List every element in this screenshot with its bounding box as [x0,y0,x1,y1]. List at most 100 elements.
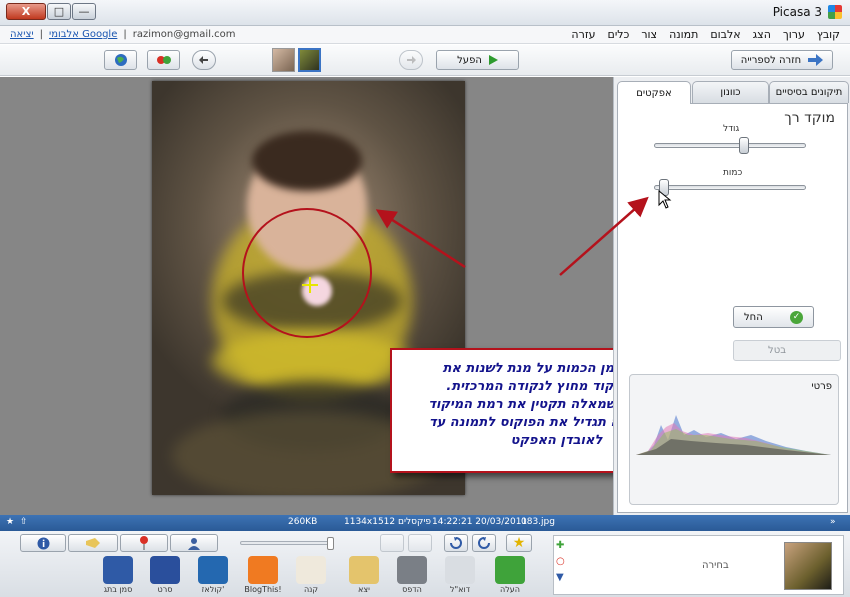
menu-edit[interactable]: ערוך [783,28,805,41]
tab-tuning[interactable]: כוונון [692,81,769,103]
globe-icon [114,54,127,66]
map-pin-icon [140,536,148,550]
action-export-folder-button[interactable]: יצא [344,556,384,594]
amount-slider[interactable] [654,179,806,196]
globe-button[interactable] [104,50,137,70]
arrow-right-icon [407,56,416,64]
action-upload-button[interactable]: העלה [490,556,530,594]
action-shop-button[interactable]: קנה [291,556,331,594]
menu-create[interactable]: צור [641,28,657,41]
info-icon [37,537,49,549]
picasa-logo-icon [828,5,842,19]
tab-effects[interactable]: אפקטים [617,81,691,104]
amount-label: כמות [723,168,743,178]
play-label: הפעל [457,54,482,66]
tray-controls: ✚ ○ ▼ [556,540,576,592]
menu-help[interactable]: עזרה [571,28,595,41]
action-email-button[interactable]: דוא"ל [440,556,480,594]
action-label: קנה [303,585,319,594]
tags-button[interactable] [68,534,118,552]
places-button[interactable] [120,534,168,552]
hold-icon[interactable]: ✚ [556,540,576,556]
apply-button[interactable]: החל ✓ [733,306,814,328]
action-movie-button[interactable]: סרט [145,556,185,594]
effect-title: מוקד רך [784,110,835,126]
rotate-disabled-button[interactable] [408,534,432,552]
status-bar: ★ ⇧ 260KB 1134x1512 פיקסלים 14:22:21 20/… [0,515,850,531]
filmstrip-thumbnail-selected[interactable] [298,48,321,72]
maximize-button[interactable]: □ [47,3,71,20]
size-label: גודל [723,124,740,134]
size-slider-handle[interactable] [739,137,749,154]
zoom-slider[interactable] [240,537,334,550]
action-print-button[interactable]: הדפס [392,556,432,594]
people-button[interactable] [170,534,218,552]
minimize-button[interactable]: — [72,3,96,20]
selection-label: בחירה [702,560,729,571]
properties-button[interactable] [20,534,66,552]
window-controls: X □ — [6,3,96,20]
person-icon [188,537,200,550]
back-to-library-button[interactable]: חזרה לספרייה [731,50,833,70]
focus-crosshair-icon[interactable] [302,277,318,293]
export-folder-icon [349,556,379,584]
action-label: סרט [157,585,173,594]
tray-thumbnail[interactable] [784,542,832,590]
selection-tray: ✚ ○ ▼ בחירה [553,535,844,595]
close-button[interactable]: X [6,3,46,20]
previous-button[interactable] [192,50,216,70]
menu-tools[interactable]: כלים [608,28,630,41]
faces-button[interactable] [147,50,180,70]
play-slideshow-button[interactable]: הפעל [436,50,519,70]
action-label: דוא"ל [449,585,471,594]
file-name: 083.jpg [521,517,555,527]
menu-file[interactable]: קובץ [817,28,840,41]
menu-album[interactable]: אלבום [710,28,740,41]
clear-icon[interactable]: ○ [556,556,576,572]
signout-link[interactable]: יציאה [10,29,34,40]
window-title: Picasa 3 [772,5,822,19]
size-slider[interactable] [654,137,806,154]
account-area: יציאה | אלבומי Google | razimon@gmail.co… [10,29,236,40]
menu-bar: יציאה | אלבומי Google | razimon@gmail.co… [0,26,850,44]
movie-icon [150,556,180,584]
zoom-slider-handle[interactable] [327,537,334,550]
action-label: קולאז' [201,585,225,594]
action-blogger-button[interactable]: BlogThis! [243,556,283,594]
blogger-icon [248,556,278,584]
account-email: razimon@gmail.com [132,29,236,40]
shop-icon [296,556,326,584]
next-button[interactable] [399,50,423,70]
star-icon: ★ [512,535,526,551]
menu-picture[interactable]: תמונה [669,28,698,41]
photo-view: נזיז את סמן הכמות על מנת לשנות את רמת המ… [0,77,723,515]
rotate-counterclockwise-button[interactable] [472,534,496,552]
action-label: BlogThis! [244,585,282,594]
separator: | [39,29,43,40]
menu-view[interactable]: הצג [753,28,771,41]
action-geotag-button[interactable]: סמן בתג [98,556,138,594]
rotate-left-disabled-button[interactable] [380,534,404,552]
action-collage-button[interactable]: קולאז' [193,556,233,594]
image-dimensions: 1134x1512 פיקסלים [344,517,431,527]
star-button[interactable]: ★ [506,534,532,552]
action-label: העלה [499,585,520,594]
cancel-button[interactable]: בטל [733,340,841,361]
arrow-left-icon [199,56,208,64]
filmstrip-thumbnail[interactable] [272,48,295,72]
tab-basic-fixes[interactable]: תיקונים בסיסיים [769,81,849,103]
checkmark-icon: ✓ [790,310,803,324]
tag-icon [86,538,100,548]
expand-icon[interactable]: » [830,517,836,527]
collage-icon [198,556,228,584]
rotate-right-icon [450,537,462,549]
add-to-album-icon[interactable]: ▼ [556,572,576,588]
geotag-icon [103,556,133,584]
action-label: הדפס [402,585,422,594]
action-label: יצא [358,585,370,594]
rotate-clockwise-button[interactable] [444,534,468,552]
histogram-panel: פרטי [629,374,839,505]
faces-icon [156,56,171,64]
focus-center-circle[interactable] [242,208,372,338]
web-albums-link[interactable]: אלבומי Google [49,29,117,40]
